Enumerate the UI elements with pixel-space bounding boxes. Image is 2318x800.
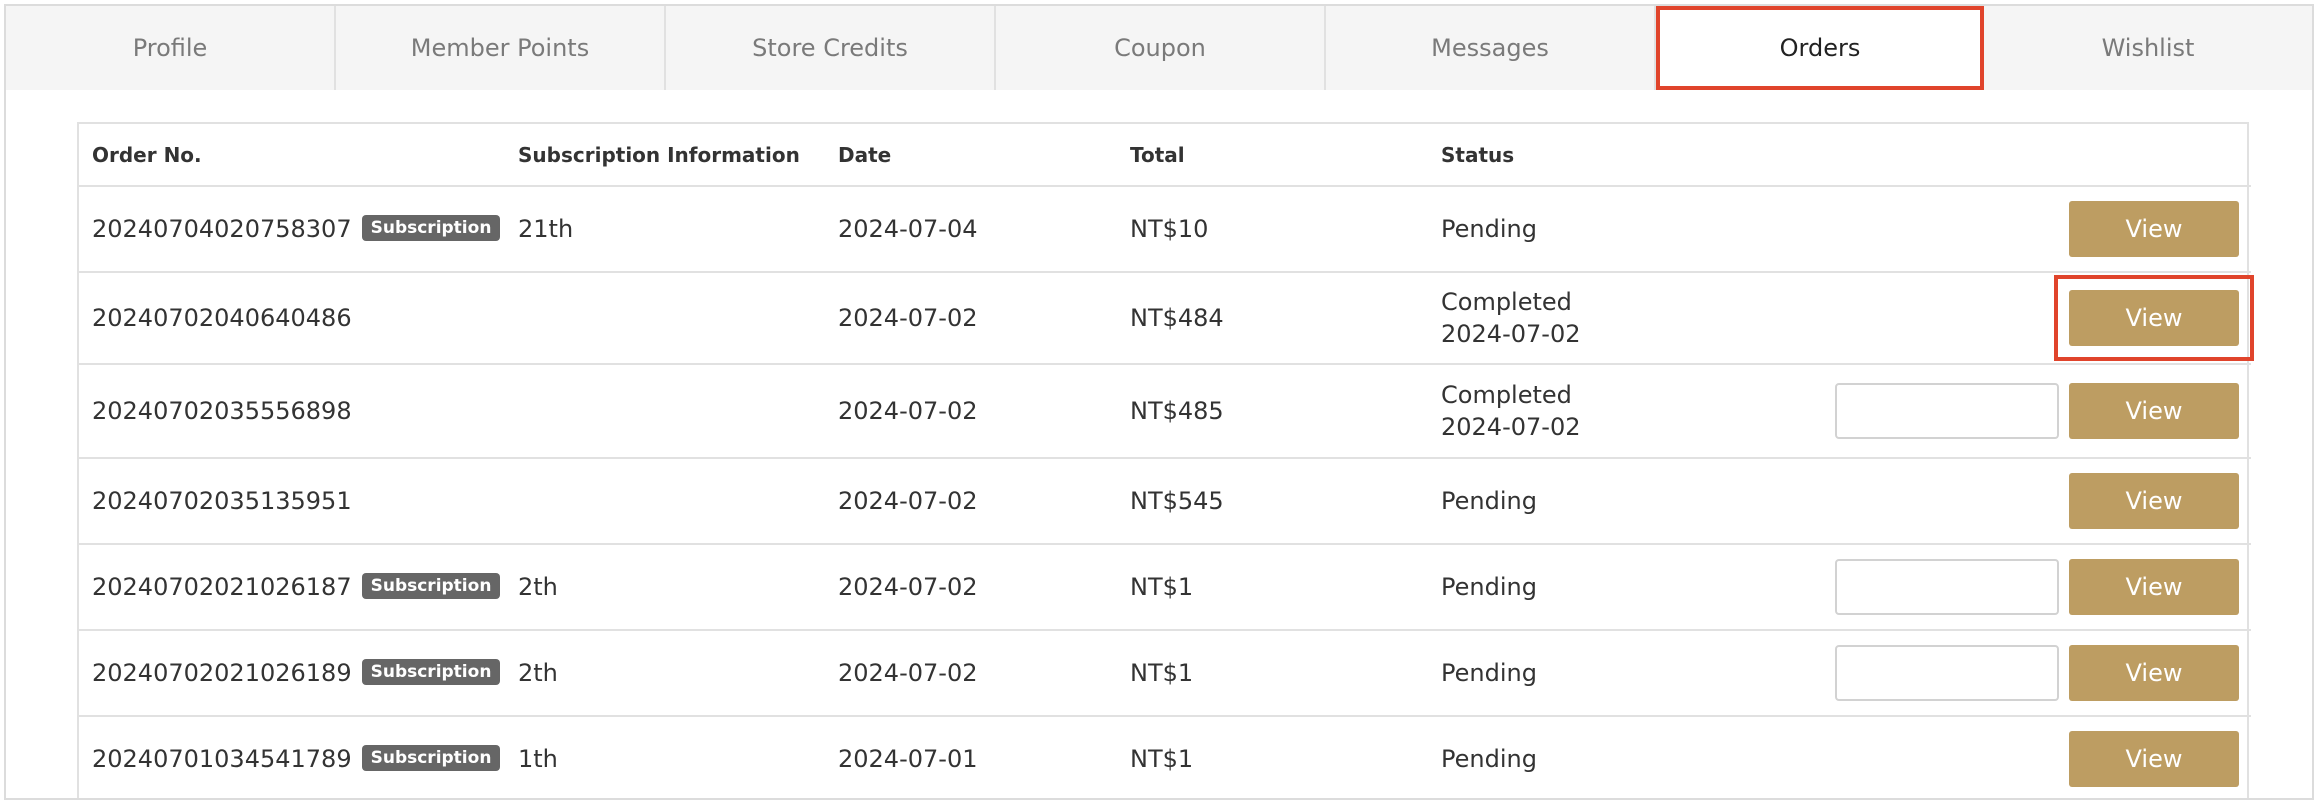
view-order-button[interactable]: View: [2069, 473, 2239, 529]
subscription-info: 1th: [505, 716, 825, 798]
order-note-input[interactable]: [1835, 559, 2059, 615]
order-status: Completed 2024-07-02: [1428, 272, 1807, 365]
subscription-badge: Subscription: [361, 215, 501, 241]
order-number: 20240702021026189: [92, 659, 352, 687]
subscription-badge: Subscription: [361, 659, 501, 685]
order-number: 20240702035135951: [92, 487, 352, 515]
status-text: Pending: [1441, 659, 1537, 687]
view-order-button[interactable]: View: [2069, 559, 2239, 615]
table-row: 20240704020758307 Subscription 21th 2024-…: [79, 186, 2251, 273]
column-header-date: Date: [825, 124, 1117, 187]
subscription-info: 2th: [505, 630, 825, 717]
actions-cell: View: [1807, 272, 2254, 365]
order-number: 20240702035556898: [92, 397, 352, 425]
actions-cell: View: [1807, 364, 2251, 459]
order-note-input[interactable]: [1835, 383, 2059, 439]
order-number: 20240702040640486: [92, 304, 352, 332]
order-total: NT$1: [1117, 544, 1428, 631]
table-row: 20240701034541789 Subscription 1th 2024-0…: [79, 716, 2251, 798]
order-status: Pending: [1428, 186, 1807, 273]
table-row: 20240702021026187 Subscription 2th 2024-0…: [79, 544, 2251, 631]
account-panel: Profile Member Points Store Credits Coup…: [4, 4, 2314, 800]
view-order-button[interactable]: View: [2069, 201, 2239, 257]
order-number-cell: 20240702035135951: [79, 458, 505, 545]
status-text: Pending: [1441, 573, 1537, 601]
subscription-info: 21th: [505, 186, 825, 273]
order-total: NT$10: [1117, 186, 1428, 273]
order-number-cell: 20240701034541789 Subscription: [79, 716, 505, 798]
order-date: 2024-07-02: [825, 544, 1117, 631]
order-status: Pending: [1428, 458, 1807, 545]
order-date: 2024-07-02: [825, 630, 1117, 717]
status-date: 2024-07-02: [1441, 413, 1581, 441]
actions-cell: View: [1807, 544, 2251, 631]
table-header-row: Order No. Subscription Information Date …: [79, 124, 2251, 187]
order-date: 2024-07-02: [825, 458, 1117, 545]
tab-orders-label: Orders: [1779, 34, 1861, 62]
column-header-order-no: Order No.: [79, 124, 505, 187]
status-text: Pending: [1441, 487, 1537, 515]
tab-wishlist[interactable]: Wishlist: [1984, 6, 2312, 90]
actions-cell: View: [1807, 458, 2251, 545]
order-date: 2024-07-02: [825, 364, 1117, 459]
order-note-input[interactable]: [1835, 645, 2059, 701]
order-total: NT$485: [1117, 364, 1428, 459]
view-order-button[interactable]: View: [2069, 731, 2239, 787]
view-order-button[interactable]: View: [2069, 290, 2239, 346]
order-total: NT$545: [1117, 458, 1428, 545]
table-row: 20240702021026189 Subscription 2th 2024-0…: [79, 630, 2251, 717]
tab-member-points[interactable]: Member Points: [336, 6, 666, 90]
column-header-subscription-info: Subscription Information: [505, 124, 825, 187]
order-number-cell: 20240702040640486: [79, 272, 505, 365]
table-row: 20240702035556898 2024-07-02 NT$485 Comp…: [79, 364, 2251, 459]
table-row: 20240702040640486 2024-07-02 NT$484 Comp…: [79, 272, 2254, 365]
order-date: 2024-07-04: [825, 186, 1117, 273]
view-order-button[interactable]: View: [2069, 645, 2239, 701]
subscription-info: 2th: [505, 544, 825, 631]
order-date: 2024-07-01: [825, 716, 1117, 798]
order-number: 20240704020758307: [92, 215, 352, 243]
actions-cell: View: [1807, 186, 2251, 273]
order-status: Pending: [1428, 630, 1807, 717]
orders-table: Order No. Subscription Information Date …: [79, 124, 2254, 798]
column-header-status: Status: [1428, 124, 1807, 187]
actions-cell: View: [1807, 716, 2251, 798]
order-status: Pending: [1428, 716, 1807, 798]
status-text: Completed: [1441, 288, 1572, 316]
tab-store-credits[interactable]: Store Credits: [666, 6, 996, 90]
order-total: NT$1: [1117, 716, 1428, 798]
orders-table-container: Order No. Subscription Information Date …: [77, 122, 2254, 798]
column-header-actions: [1807, 124, 2251, 187]
order-number-cell: 20240704020758307 Subscription: [79, 186, 505, 273]
order-total: NT$484: [1117, 272, 1428, 365]
order-date: 2024-07-02: [825, 272, 1117, 365]
order-number-cell: 20240702021026189 Subscription: [79, 630, 505, 717]
order-number: 20240701034541789: [92, 745, 352, 773]
table-row: 20240702035135951 2024-07-02 NT$545 Pend…: [79, 458, 2251, 545]
tab-orders[interactable]: Orders: [1656, 6, 1984, 90]
actions-cell: View: [1807, 630, 2251, 717]
column-header-total: Total: [1117, 124, 1428, 187]
status-text: Pending: [1441, 745, 1537, 773]
subscription-badge: Subscription: [361, 745, 501, 771]
account-tabs: Profile Member Points Store Credits Coup…: [6, 6, 2312, 90]
status-text: Completed: [1441, 381, 1572, 409]
tab-messages[interactable]: Messages: [1326, 6, 1656, 90]
order-number-cell: 20240702035556898: [79, 364, 505, 459]
subscription-info: [505, 364, 825, 459]
subscription-info: [505, 458, 825, 545]
view-order-highlight-wrap: View: [2054, 275, 2254, 361]
subscription-info: [505, 272, 825, 365]
view-order-button[interactable]: View: [2069, 383, 2239, 439]
tab-profile[interactable]: Profile: [6, 6, 336, 90]
order-total: NT$1: [1117, 630, 1428, 717]
order-number-cell: 20240702021026187 Subscription: [79, 544, 505, 631]
tab-coupon[interactable]: Coupon: [996, 6, 1326, 90]
order-status: Completed 2024-07-02: [1428, 364, 1807, 459]
order-number: 20240702021026187: [92, 573, 352, 601]
subscription-badge: Subscription: [361, 573, 501, 599]
status-date: 2024-07-02: [1441, 320, 1581, 348]
status-text: Pending: [1441, 215, 1537, 243]
order-status: Pending: [1428, 544, 1807, 631]
